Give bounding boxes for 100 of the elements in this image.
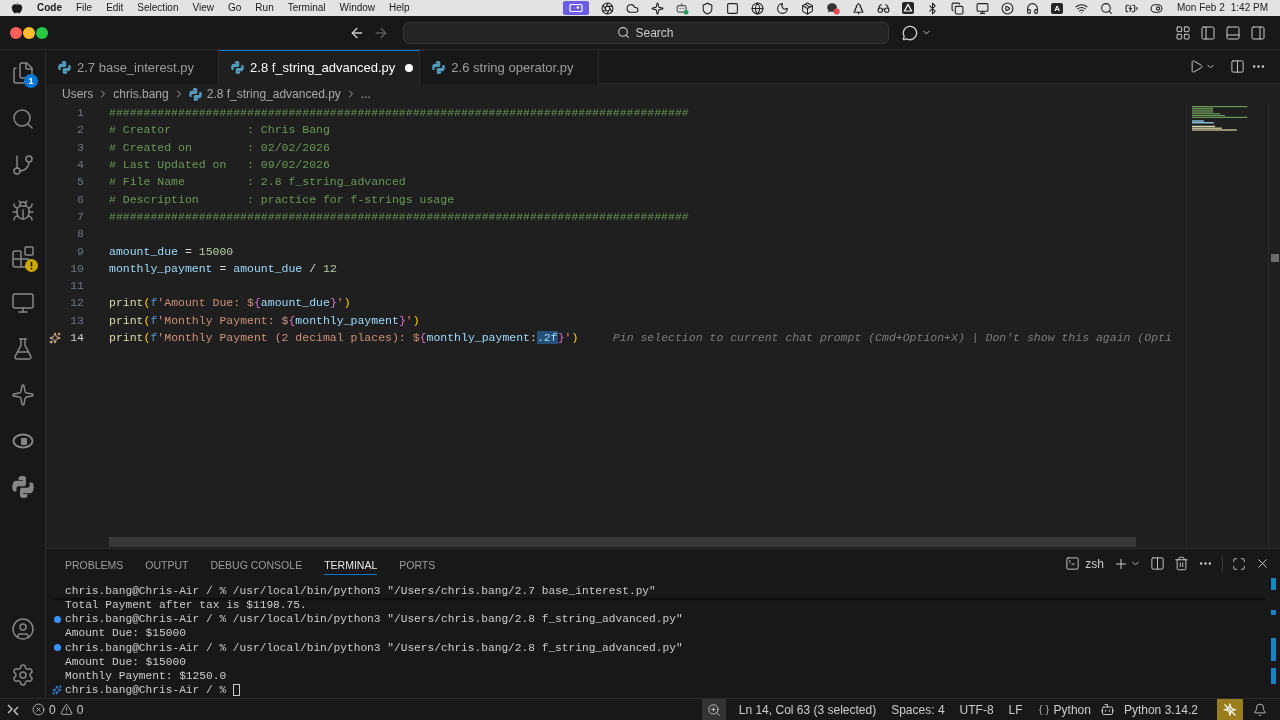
- close-icon[interactable]: [1255, 556, 1270, 571]
- menu-item[interactable]: Run: [255, 1, 274, 15]
- input-source-indicator[interactable]: A: [1051, 2, 1063, 14]
- trash-icon[interactable]: [1174, 556, 1189, 571]
- menu-item[interactable]: Terminal: [287, 1, 326, 15]
- search-icon[interactable]: [10, 107, 35, 131]
- bell-icon[interactable]: [1253, 702, 1267, 717]
- terminal-line: Amount Due: $15000: [65, 627, 186, 640]
- menu-item[interactable]: View: [192, 1, 214, 15]
- code-line: ####################################################################################: [109, 209, 689, 223]
- panel-tab[interactable]: PORTS: [399, 552, 436, 575]
- panel-tab[interactable]: OUTPUT: [145, 552, 189, 575]
- blocks-icon[interactable]: [10, 245, 35, 269]
- editor-tab[interactable]: 2.6 string operator.py: [420, 50, 599, 84]
- split-terminal-icon[interactable]: [1150, 556, 1165, 571]
- python-logo-icon[interactable]: [11, 476, 34, 498]
- headphones-icon[interactable]: [1026, 1, 1040, 15]
- branch-icon[interactable]: [10, 153, 35, 177]
- panel-tab[interactable]: PROBLEMS: [65, 552, 124, 575]
- app-menu[interactable]: Code: [37, 1, 62, 15]
- toggle-icon[interactable]: [1149, 1, 1163, 15]
- breadcrumb-item[interactable]: 2.8 f_string_advanced.py: [206, 87, 341, 101]
- chat-bubble-icon[interactable]: [901, 24, 918, 41]
- language-mode[interactable]: Python: [1031, 699, 1097, 720]
- cloud-icon[interactable]: [626, 1, 640, 15]
- python-logo-icon: [432, 61, 446, 74]
- cursor-block-icon: [233, 684, 241, 697]
- breadcrumb-item[interactable]: chris.bang: [113, 87, 169, 101]
- robot-icon[interactable]: [1099, 702, 1115, 717]
- files-icon[interactable]: [10, 61, 35, 85]
- user-circle-icon[interactable]: [10, 617, 35, 641]
- square-icon[interactable]: [726, 1, 740, 15]
- split-editor-icon[interactable]: [1230, 59, 1245, 74]
- zoom-button[interactable]: [701, 699, 726, 720]
- panel-tab[interactable]: DEBUG CONSOLE: [210, 552, 303, 575]
- chat-bubble-icon[interactable]: [826, 1, 841, 15]
- line-ending-status[interactable]: LF: [1002, 699, 1029, 720]
- dot-icon[interactable]: [53, 615, 61, 623]
- code-line: # Created on : 02/02/2026: [109, 140, 330, 154]
- wifi-icon[interactable]: [1074, 1, 1088, 15]
- line-number: 3: [76, 140, 84, 154]
- breadcrumb-item[interactable]: Users: [62, 87, 94, 101]
- indentation-status[interactable]: Spaces: 4: [885, 699, 951, 720]
- glasses-icon[interactable]: [877, 1, 891, 15]
- interpreter-status[interactable]: Python 3.14.2: [1117, 699, 1204, 720]
- layout-grid-icon[interactable]: [1175, 24, 1191, 41]
- dot-icon[interactable]: [53, 644, 61, 652]
- pine-tree-icon[interactable]: [852, 1, 866, 15]
- moon-icon[interactable]: [776, 1, 790, 15]
- package-icon[interactable]: [801, 1, 815, 15]
- bug-icon[interactable]: [10, 199, 35, 223]
- play-icon[interactable]: [1189, 59, 1204, 74]
- problems-button[interactable]: 0 0: [26, 699, 90, 720]
- shield-icon[interactable]: [701, 1, 715, 15]
- presenter-tile-icon[interactable]: [563, 1, 590, 15]
- monitor-icon[interactable]: [976, 1, 990, 15]
- cursor-position[interactable]: Ln 14, Col 63 (3 selected): [732, 699, 883, 720]
- unsaved-dot-icon[interactable]: [405, 63, 414, 72]
- play-circle-icon[interactable]: [1001, 1, 1015, 15]
- terminal-shell-button[interactable]: zsh: [1065, 556, 1104, 571]
- apple-icon[interactable]: [11, 2, 23, 14]
- right-panel-icon[interactable]: [1250, 24, 1266, 41]
- menubar-date[interactable]: Mon Feb 2: [1176, 1, 1225, 15]
- panel-tab[interactable]: TERMINAL: [324, 552, 378, 575]
- minimize-window-button[interactable]: [23, 26, 35, 39]
- menu-item[interactable]: Edit: [106, 1, 124, 15]
- menu-item[interactable]: File: [76, 1, 93, 15]
- editor-tab[interactable]: 2.8 f_string_advanced.py: [219, 50, 421, 84]
- close-window-button[interactable]: [10, 26, 22, 39]
- horizontal-scrollbar-thumb[interactable]: [109, 537, 1136, 547]
- line-number: 8: [76, 227, 84, 241]
- search-icon[interactable]: [1099, 1, 1113, 15]
- encoding-status[interactable]: UTF-8: [953, 699, 1000, 720]
- menubar-time[interactable]: 1:42 PM: [1230, 1, 1268, 15]
- sparkle-icon[interactable]: [651, 1, 665, 15]
- left-panel-icon[interactable]: [1200, 24, 1216, 41]
- menu-item[interactable]: Selection: [137, 1, 179, 15]
- command-search-box[interactable]: Search: [402, 21, 889, 44]
- line-number: 6: [76, 192, 84, 206]
- overlapping-squares-icon[interactable]: [951, 1, 965, 15]
- menu-item[interactable]: Go: [228, 1, 242, 15]
- menu-item[interactable]: Window: [339, 1, 376, 15]
- line-number: 10: [69, 261, 84, 275]
- robot-icon[interactable]: [676, 1, 690, 15]
- remote-chevrons-icon[interactable]: [7, 703, 19, 716]
- bottom-panel-icon[interactable]: [1225, 24, 1241, 41]
- aperture-icon[interactable]: [601, 1, 615, 15]
- ellipse-ring-icon[interactable]: [11, 433, 34, 449]
- zoom-window-button[interactable]: [36, 26, 48, 39]
- code-line: amount_due = 15000: [109, 244, 234, 258]
- triangle-tile-icon[interactable]: [902, 2, 915, 14]
- settings-icon[interactable]: [10, 663, 35, 687]
- menu-item[interactable]: Help: [389, 1, 410, 15]
- error-icon: [32, 703, 45, 716]
- editor-tab[interactable]: 2.7 base_interest.py: [46, 50, 220, 84]
- sparkle-icon[interactable]: [10, 383, 35, 407]
- globe-icon[interactable]: [751, 1, 765, 15]
- maximize-icon[interactable]: [1232, 556, 1246, 571]
- sparkle-off-button[interactable]: [1217, 699, 1243, 720]
- breadcrumb-item[interactable]: ...: [360, 87, 371, 101]
